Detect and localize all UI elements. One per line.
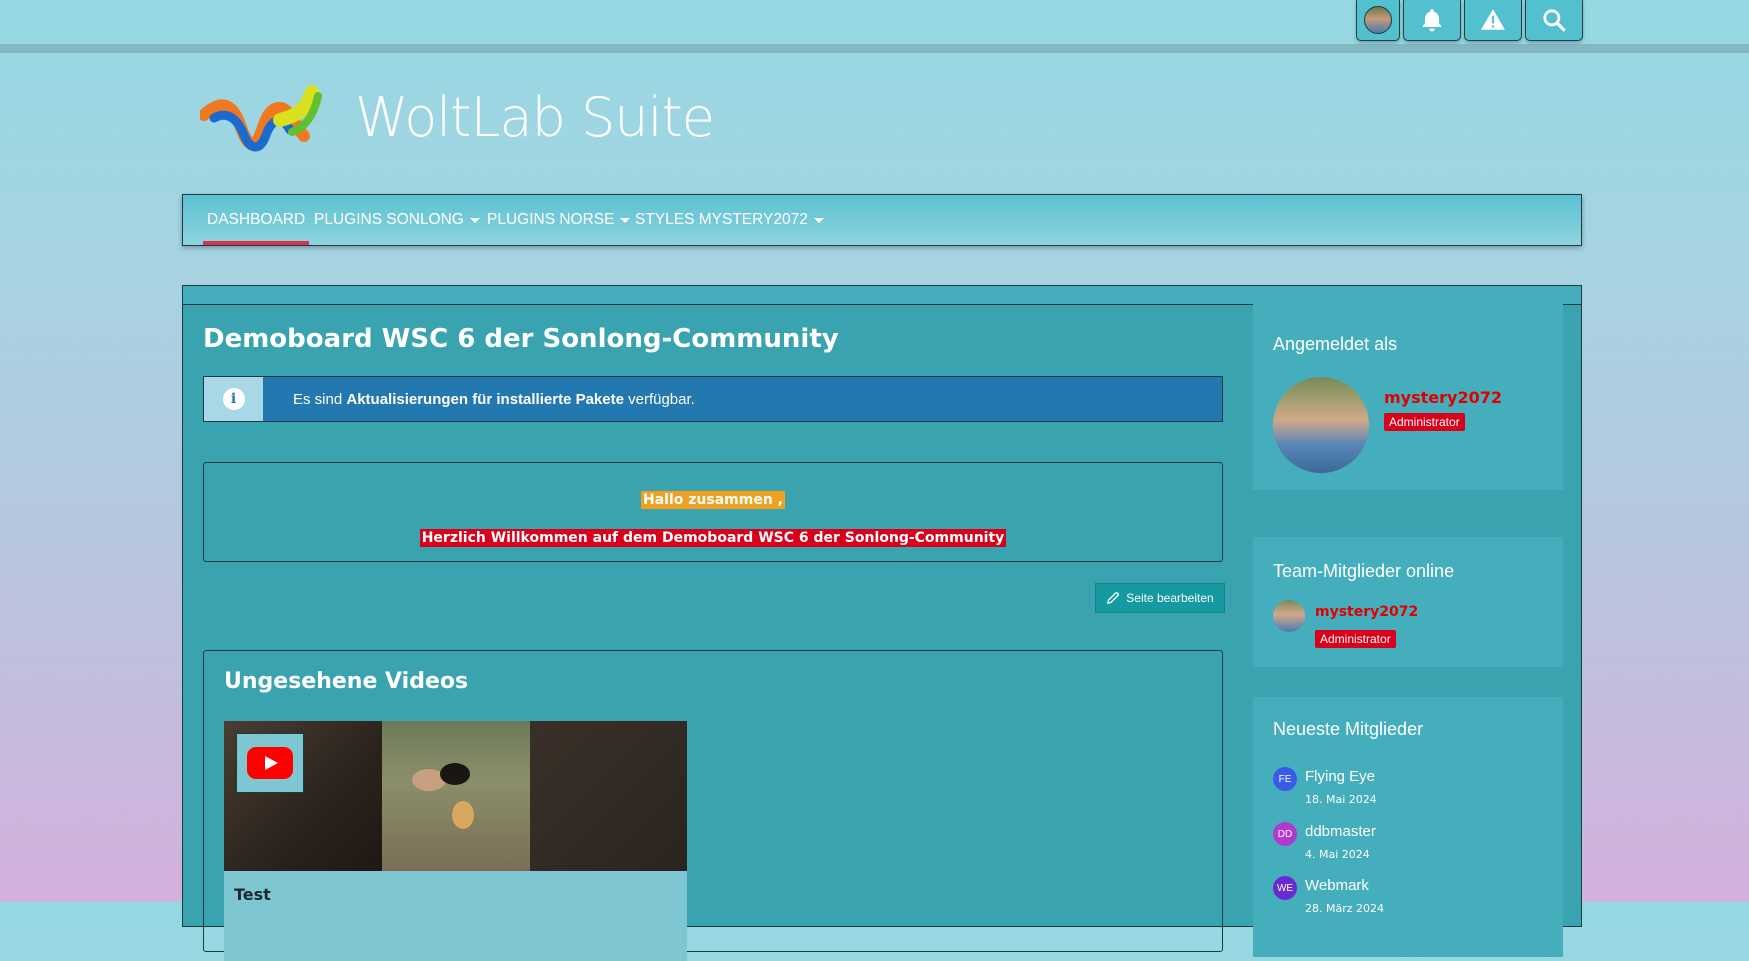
nav-item-plugins-sonlong[interactable]: PLUGINS SONLONG (314, 195, 480, 245)
welcome-box: Hallo zusammen , Herzlich Willkommen auf… (203, 462, 1223, 562)
welcome-greeting-text: Hallo zusammen , (641, 491, 785, 509)
info-notice: i Es sind Aktualisierungen für installie… (203, 376, 1223, 422)
youtube-play-button[interactable] (236, 733, 304, 793)
nav-item-label: PLUGINS NORSE (487, 211, 615, 228)
pencil-icon (1107, 592, 1120, 604)
info-icon-wrap: i (204, 377, 263, 421)
nav-item-plugins-norse[interactable]: PLUGINS NORSE (487, 195, 631, 245)
member-list-item: DD ddbmaster 4. Mai 2024 (1273, 822, 1553, 868)
avatar[interactable]: WE (1273, 876, 1297, 900)
team-online-title: Team-Mitglieder online (1273, 561, 1455, 581)
nav-item-label: DASHBOARD (207, 211, 306, 228)
nav-active-indicator (203, 241, 309, 245)
search-button[interactable] (1525, 0, 1583, 41)
content-panel: Demoboard WSC 6 der Sonlong-Community i … (182, 285, 1582, 961)
logged-in-box: Angemeldet als mystery2072 Administrator (1253, 304, 1563, 490)
caret-down-icon (469, 217, 480, 223)
info-text-link[interactable]: Aktualisierungen für installierte Pakete (346, 391, 624, 408)
avatar[interactable] (1273, 600, 1305, 632)
avatar[interactable]: FE (1273, 767, 1297, 791)
member-join-date: 4. Mai 2024 (1305, 848, 1370, 861)
video-thumbnail[interactable] (224, 721, 687, 871)
panel-header-strip (183, 286, 1581, 305)
notifications-button[interactable] (1403, 0, 1461, 41)
thumbnail-right (530, 721, 687, 871)
thumbnail-dog (452, 801, 474, 829)
newest-members-box: Neueste Mitglieder FE Flying Eye 18. Mai… (1253, 697, 1563, 957)
team-online-box: Team-Mitglieder online mystery2072 Admin… (1253, 537, 1563, 667)
caret-down-icon (620, 217, 631, 223)
caret-down-icon (813, 217, 824, 223)
site-logo[interactable]: WoltLab Suite (200, 80, 720, 170)
nav-item-label: PLUGINS SONLONG (314, 211, 464, 228)
bell-icon (1422, 9, 1442, 32)
edit-page-button[interactable]: Seite bearbeiten (1095, 583, 1225, 613)
newest-members-title: Neueste Mitglieder (1273, 719, 1424, 739)
nav-item-label: STYLES MYSTERY2072 (635, 211, 808, 228)
unseen-videos-box: Ungesehene Videos Test (203, 650, 1223, 961)
user-avatar-button[interactable] (1356, 0, 1400, 41)
video-card[interactable]: Test (224, 721, 687, 961)
nav-item-styles-mystery2072[interactable]: STYLES MYSTERY2072 (635, 195, 824, 245)
logged-in-username[interactable]: mystery2072 (1384, 388, 1502, 407)
logged-in-role: Administrator (1384, 411, 1465, 431)
logged-in-title: Angemeldet als (1273, 334, 1398, 354)
member-join-date: 18. Mai 2024 (1305, 793, 1377, 806)
site-title: WoltLab Suite (355, 86, 715, 149)
page-title: Demoboard WSC 6 der Sonlong-Community (203, 324, 839, 354)
member-join-date: 28. März 2024 (1305, 902, 1385, 915)
role-badge: Administrator (1384, 413, 1465, 431)
woltlab-logo-icon (200, 85, 322, 152)
main-navigation: DASHBOARD PLUGINS SONLONG PLUGINS NORSE … (182, 194, 1582, 246)
unseen-videos-title: Ungesehene Videos (224, 669, 469, 694)
info-text: Es sind Aktualisierungen für installiert… (293, 391, 695, 408)
member-name[interactable]: Webmark (1305, 877, 1369, 894)
team-online-role: Administrator (1315, 628, 1396, 648)
search-icon (1543, 9, 1566, 32)
thumbnail-middle (382, 721, 530, 871)
member-list-item: WE Webmark 28. März 2024 (1273, 876, 1553, 922)
thumbnail-dog (440, 763, 470, 785)
moderation-button[interactable] (1464, 0, 1522, 41)
avatar (1364, 6, 1392, 34)
member-list-item: FE Flying Eye 18. Mai 2024 (1273, 767, 1553, 813)
member-name[interactable]: ddbmaster (1305, 823, 1376, 840)
avatar[interactable]: DD (1273, 822, 1297, 846)
welcome-message: Herzlich Willkommen auf dem Demoboard WS… (204, 529, 1222, 547)
welcome-greeting: Hallo zusammen , (204, 491, 1222, 509)
top-bar-divider (0, 44, 1749, 53)
nav-item-dashboard[interactable]: DASHBOARD (207, 195, 305, 245)
welcome-message-text: Herzlich Willkommen auf dem Demoboard WS… (419, 529, 1007, 547)
video-title[interactable]: Test (234, 885, 271, 904)
info-text-prefix: Es sind (293, 390, 347, 408)
info-text-suffix: verfügbar. (623, 390, 695, 408)
member-name[interactable]: Flying Eye (1305, 768, 1375, 785)
team-online-username[interactable]: mystery2072 (1315, 604, 1418, 620)
role-badge: Administrator (1315, 630, 1396, 648)
youtube-icon (247, 747, 293, 779)
info-icon: i (222, 388, 245, 410)
avatar[interactable] (1273, 377, 1369, 473)
edit-page-label: Seite bearbeiten (1126, 591, 1214, 605)
warning-icon (1481, 9, 1505, 30)
